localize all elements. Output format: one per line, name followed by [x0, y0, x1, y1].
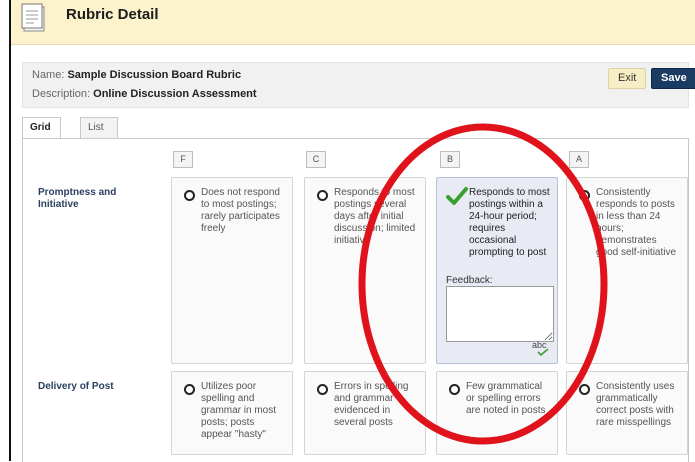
radio-button[interactable] [184, 384, 195, 395]
tab-list-view[interactable]: List View [80, 117, 118, 153]
radio-button[interactable] [579, 384, 590, 395]
rubric-cell-promptness-c[interactable]: Responds to most postings several days a… [304, 177, 426, 364]
rubric-description-line: Description: Online Discussion Assessmen… [32, 88, 257, 100]
row-label-delivery: Delivery of Post [38, 381, 114, 392]
rubric-description-label: Description: [32, 88, 91, 100]
radio-button[interactable] [317, 190, 328, 201]
rubric-grid: F C B A Promptness and Initiative Does n… [22, 138, 689, 462]
feedback-textarea[interactable] [446, 286, 554, 342]
rubric-cell-delivery-a[interactable]: Consistently uses grammatically correct … [566, 371, 688, 455]
feedback-label: Feedback: [446, 275, 493, 286]
rubric-cell-delivery-b[interactable]: Few grammatical or spelling errors are n… [436, 371, 558, 455]
cell-description: Consistently uses grammatically correct … [596, 381, 675, 428]
app-frame: Rubric Detail Name: Sample Discussion Bo… [9, 0, 695, 462]
exit-button[interactable]: Exit [608, 68, 647, 89]
column-header-f: F [173, 151, 193, 168]
title-bar: Rubric Detail [11, 0, 695, 45]
rubric-name-value: Sample Discussion Board Rubric [67, 69, 242, 81]
rubric-cell-delivery-f[interactable]: Utilizes poor spelling and grammar in mo… [171, 371, 293, 455]
radio-button[interactable] [317, 384, 328, 395]
checkmark-icon [446, 187, 468, 205]
cell-description: Few grammatical or spelling errors are n… [466, 381, 546, 416]
cell-description: Does not respond to most postings; rarel… [201, 187, 280, 234]
cell-description: Consistently responds to posts in less t… [596, 187, 677, 258]
column-header-a: A [569, 151, 589, 168]
rubric-cell-promptness-a[interactable]: Consistently responds to posts in less t… [566, 177, 688, 364]
tab-grid-view[interactable]: Grid View [22, 117, 61, 153]
page-title: Rubric Detail [66, 6, 159, 23]
rubric-name-line: Name: Sample Discussion Board Rubric [32, 69, 241, 81]
cell-description: Responds to most postings within a 24-ho… [469, 187, 550, 258]
rubric-cell-promptness-b-selected[interactable]: Responds to most postings within a 24-ho… [436, 177, 558, 364]
radio-button[interactable] [579, 190, 590, 201]
document-icon [21, 3, 45, 32]
rubric-description-value: Online Discussion Assessment [93, 88, 257, 100]
cell-description: Errors in spelling and grammar evidenced… [334, 381, 409, 428]
rubric-name-label: Name: [32, 69, 65, 81]
cell-description: Utilizes poor spelling and grammar in mo… [201, 381, 277, 440]
save-button[interactable]: Save [651, 68, 695, 89]
row-label-promptness: Promptness and Initiative [38, 187, 117, 210]
radio-button[interactable] [449, 384, 460, 395]
rubric-cell-delivery-c[interactable]: Errors in spelling and grammar evidenced… [304, 371, 426, 455]
column-header-c: C [306, 151, 326, 168]
column-header-b: B [440, 151, 460, 168]
cell-description: Responds to most postings several days a… [334, 187, 416, 246]
rubric-cell-promptness-f[interactable]: Does not respond to most postings; rarel… [171, 177, 293, 364]
rubric-info-bar: Name: Sample Discussion Board Rubric Des… [22, 62, 695, 108]
spellcheck-icon[interactable] [537, 348, 549, 356]
radio-button[interactable] [184, 190, 195, 201]
